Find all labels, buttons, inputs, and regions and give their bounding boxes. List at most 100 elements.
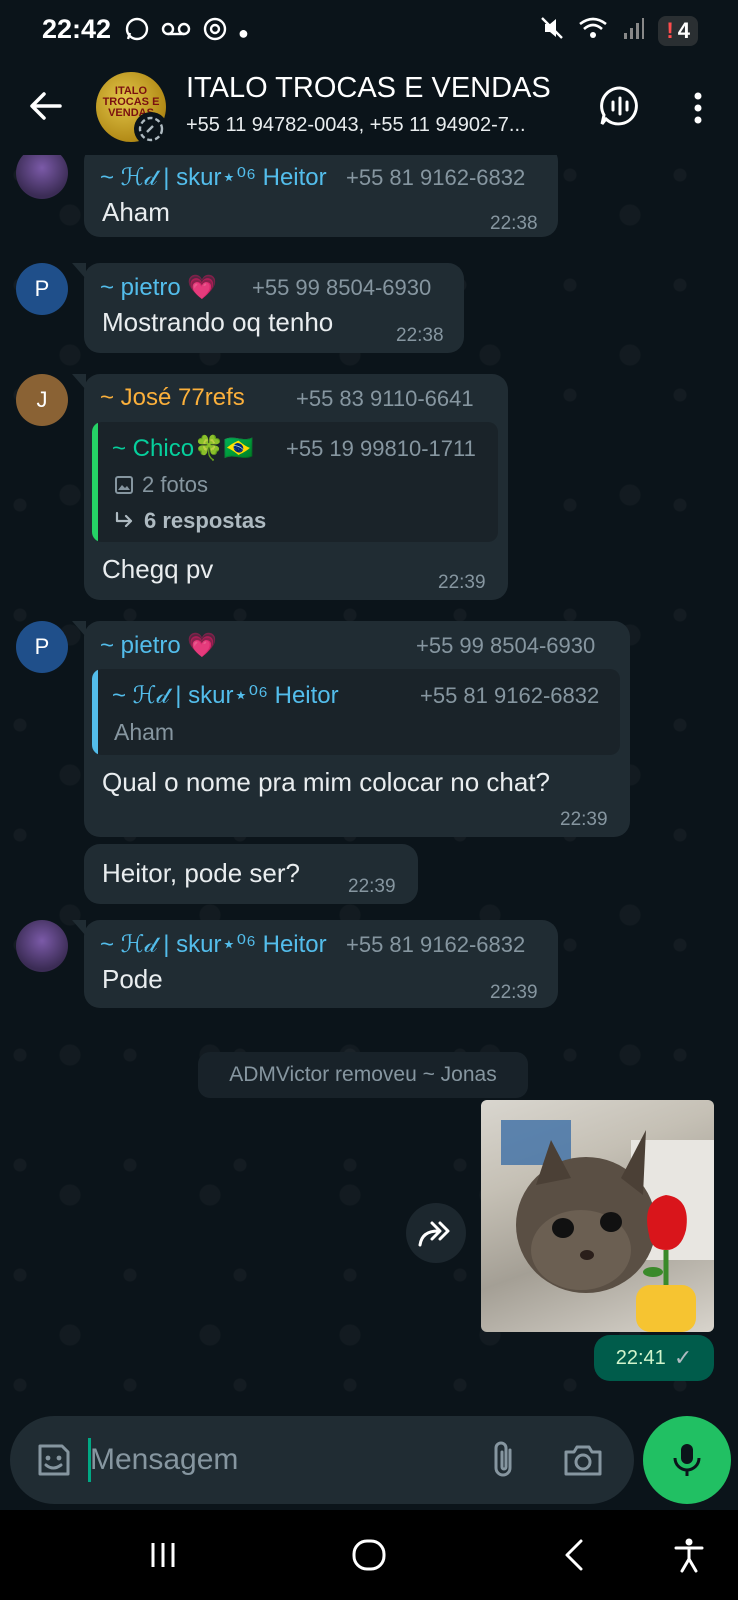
quote-media: 2 fotos <box>114 472 208 498</box>
mute-icon <box>540 15 564 46</box>
attach-button[interactable] <box>482 1438 526 1482</box>
kebab-menu-icon <box>694 92 702 124</box>
quoted-message[interactable]: ~ ℋ𝒹 | skur⋆⁰⁶ Heitor +55 81 9162-6832 A… <box>92 669 620 755</box>
reply-arrow-icon <box>115 511 133 528</box>
back-button[interactable] <box>22 82 70 130</box>
message-time: 22:38 <box>396 325 444 346</box>
quote-bar <box>92 422 98 542</box>
quote-sender: ~ ℋ𝒹 | skur⋆⁰⁶ Heitor <box>112 682 339 709</box>
more-options-button[interactable] <box>676 84 720 132</box>
message-text: Chegq pv <box>102 554 214 584</box>
signal-icon <box>622 15 645 46</box>
message-list[interactable]: ~ ℋ𝒹 | skur⋆⁰⁶ Heitor +55 81 9162-6832 A… <box>0 155 738 1410</box>
sender-phone: +55 81 9162-6832 <box>346 932 526 957</box>
sticker-icon <box>38 1444 70 1476</box>
status-bar: 22:42 ● ! 4 <box>0 0 738 60</box>
recents-icon <box>151 1543 175 1567</box>
status-time: 22:42 <box>42 14 112 44</box>
composer-pill <box>10 1416 634 1504</box>
accessibility-button[interactable] <box>664 1532 714 1578</box>
message-bubble[interactable]: ~ ℋ𝒹 | skur⋆⁰⁶ Heitor +55 81 9162-6832 A… <box>84 155 558 237</box>
quote-text: Aham <box>114 719 175 745</box>
emoji-button[interactable] <box>32 1438 76 1482</box>
sender-name[interactable]: ~ ℋ𝒹 | skur⋆⁰⁶ Heitor <box>100 163 327 192</box>
voice-chat-button[interactable] <box>596 82 644 130</box>
message-bubble[interactable]: ~ pietro 💗 +55 99 8504-6930 ~ ℋ𝒹 | skur⋆… <box>72 621 630 837</box>
message-text: Qual o nome pra mim colocar no chat? <box>102 767 550 797</box>
wifi-icon <box>578 15 608 46</box>
voice-chat-icon <box>600 86 638 126</box>
message-input[interactable] <box>90 1434 470 1486</box>
image-icon <box>115 476 133 494</box>
message-time: 22:39 <box>348 876 396 897</box>
message-time: 22:41 <box>615 1346 666 1369</box>
message-bubble[interactable]: Heitor, pode ser? 22:39 <box>84 844 418 904</box>
quote-replies[interactable]: 6 respostas <box>114 508 266 534</box>
message-bubble[interactable]: ~ pietro 💗 +55 99 8504-6930 Mostrando oq… <box>72 263 464 353</box>
avatar[interactable]: P <box>16 621 68 673</box>
message-text: Aham <box>102 197 170 227</box>
sender-phone: +55 81 9162-6832 <box>346 165 526 190</box>
notification-icons: ● <box>124 16 249 49</box>
message-text: Pode <box>102 964 163 994</box>
group-members[interactable]: +55 11 94782-0043, +55 11 94902-7... <box>186 114 566 137</box>
avatar[interactable]: J <box>16 374 68 426</box>
quote-replies-label: 6 respostas <box>144 508 267 533</box>
message-time: 22:39 <box>438 572 486 593</box>
back-nav-button[interactable] <box>550 1532 600 1578</box>
sender-name[interactable]: ~ pietro 💗 <box>100 273 217 302</box>
composer <box>0 1410 738 1510</box>
status-ring-icon <box>134 112 168 146</box>
quote-phone: +55 81 9162-6832 <box>420 683 600 708</box>
avatar[interactable] <box>16 155 68 199</box>
system-navbar <box>0 1510 738 1600</box>
message-time: 22:39 <box>490 982 538 1003</box>
status-right: ! 4 <box>540 15 698 46</box>
sender-name[interactable]: ~ José 77refs <box>100 384 245 412</box>
sender-name[interactable]: ~ ℋ𝒹 | skur⋆⁰⁶ Heitor <box>100 930 327 959</box>
camera-button[interactable] <box>560 1438 606 1482</box>
message-bubble[interactable]: ~ ℋ𝒹 | skur⋆⁰⁶ Heitor +55 81 9162-6832 P… <box>72 920 558 1008</box>
outgoing-image[interactable] <box>481 1100 714 1332</box>
battery-warn: ! <box>666 17 674 43</box>
avatar[interactable] <box>16 920 68 972</box>
sender-phone: +55 99 8504-6930 <box>416 633 596 658</box>
quote-bar <box>92 669 98 755</box>
outgoing-image-meta: 22:41 ✓ <box>594 1335 714 1381</box>
quote-media-label: 2 fotos <box>142 472 209 497</box>
avatar-letter: J <box>36 387 48 412</box>
chat-header: ITALO TROCAS E VENDAS ITALO TROCAS E VEN… <box>0 60 738 155</box>
home-icon <box>352 1539 386 1571</box>
home-button[interactable] <box>344 1532 394 1578</box>
sender-phone: +55 99 8504-6930 <box>252 275 432 300</box>
kitten-rose-photo <box>501 1120 714 1332</box>
message-text: Mostrando oq tenho <box>102 307 334 337</box>
message-bubble[interactable]: ~ José 77refs +55 83 9110-6641 ~ Chico🍀🇧… <box>72 374 508 600</box>
avatar-letter: P <box>34 276 50 301</box>
system-message: ADMVictor removeu ~ Jonas <box>198 1052 528 1098</box>
sender-name[interactable]: ~ pietro 💗 <box>100 631 217 660</box>
camera-icon <box>564 1445 602 1476</box>
quote-phone: +55 19 99810-1711 <box>286 436 476 461</box>
recent-apps-button[interactable] <box>138 1532 188 1578</box>
avatar[interactable]: P <box>16 263 68 315</box>
voice-record-button[interactable] <box>643 1416 731 1504</box>
paperclip-icon <box>494 1441 512 1477</box>
quoted-message[interactable]: ~ Chico🍀🇧🇷 +55 19 99810-1711 2 fotos 6 r… <box>92 422 498 542</box>
arrow-left-icon <box>30 92 62 120</box>
whatsapp-icon <box>124 16 150 49</box>
forward-icon <box>418 1221 450 1247</box>
message-text: Heitor, pode ser? <box>102 858 301 888</box>
forward-button[interactable] <box>406 1203 466 1263</box>
chevron-left-icon <box>565 1539 583 1571</box>
message-time: 22:38 <box>490 213 538 234</box>
group-title[interactable]: ITALO TROCAS E VENDAS <box>186 72 551 105</box>
message-time: 22:39 <box>560 809 608 830</box>
accessibility-icon <box>674 1538 704 1573</box>
battery-level: 4 <box>677 17 690 43</box>
voicemail-icon <box>160 16 192 49</box>
sender-phone: +55 83 9110-6641 <box>296 386 474 411</box>
threads-icon <box>202 16 228 49</box>
quote-sender: ~ Chico🍀🇧🇷 <box>112 435 254 462</box>
avatar-letter: P <box>34 634 50 659</box>
